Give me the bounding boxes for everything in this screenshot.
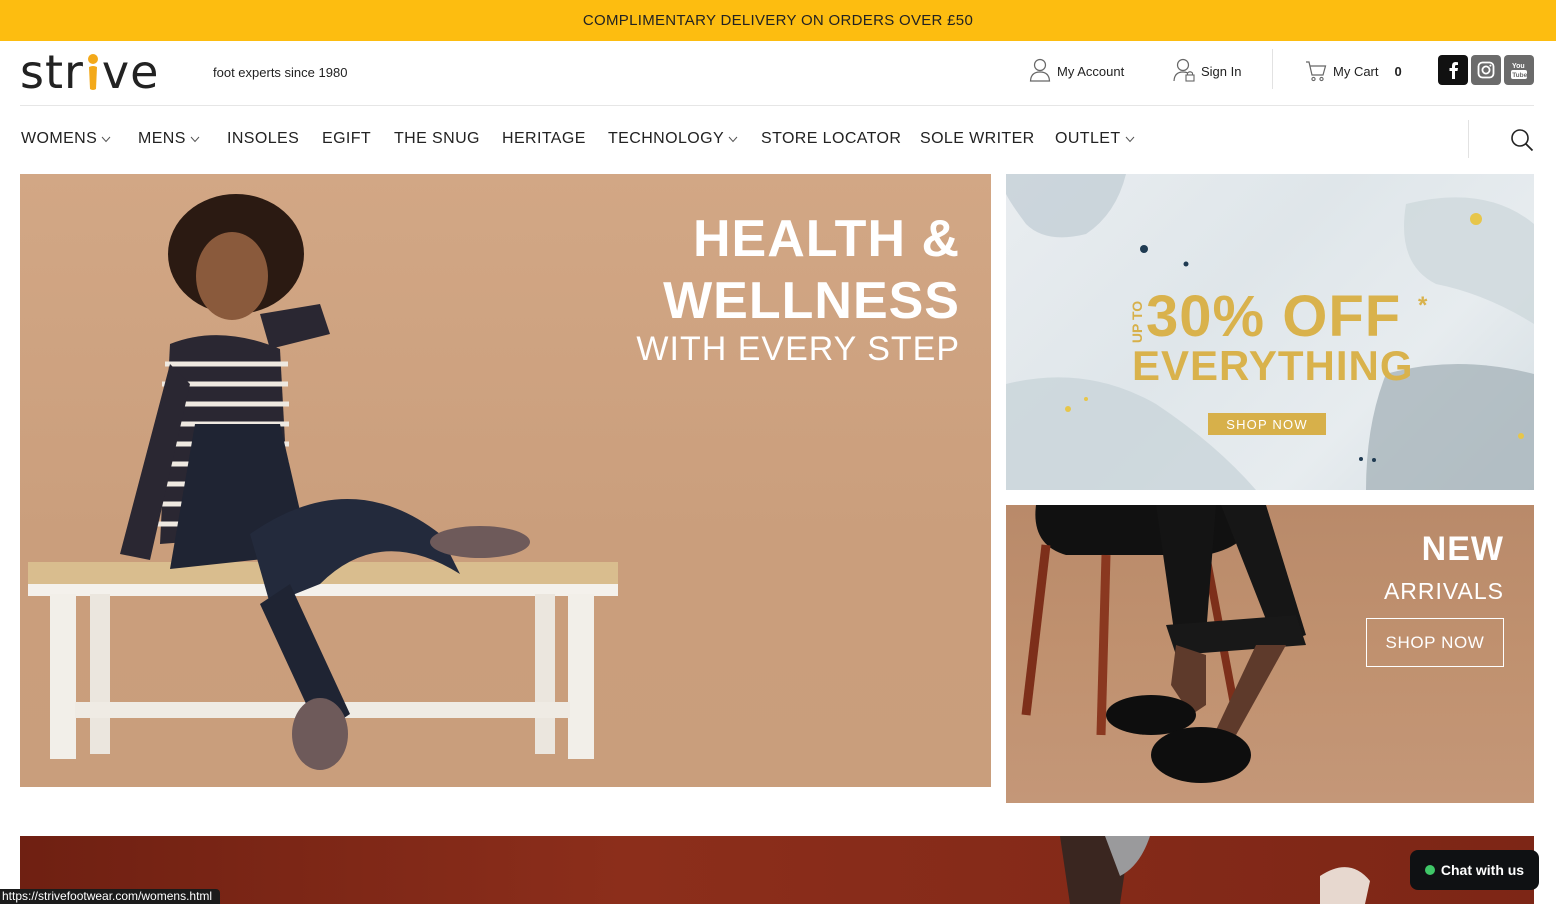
sale-headline: 30% OFF <box>1146 284 1402 349</box>
my-account-link[interactable]: My Account <box>1029 58 1124 85</box>
nav-label: HERITAGE <box>502 130 586 147</box>
status-bar-url: https://strivefootwear.com/womens.html <box>0 889 221 904</box>
tagline: foot experts since 1980 <box>213 65 348 80</box>
user-lock-icon <box>1173 58 1195 85</box>
new-arrivals-tile[interactable]: NEW ARRIVALS SHOP NOW <box>1006 505 1534 803</box>
sale-asterisk: * <box>1418 292 1428 319</box>
svg-text:You: You <box>1512 63 1525 70</box>
my-account-label: My Account <box>1057 64 1125 79</box>
search-icon[interactable] <box>1510 128 1534 152</box>
nav-item-the-snug[interactable]: THE SNUG <box>394 130 480 148</box>
cart-icon <box>1305 58 1327 85</box>
site-header: str ve foot experts since 1980 My Accoun… <box>20 41 1534 106</box>
logo-text-end: ve <box>101 45 160 99</box>
nav-label: INSOLES <box>227 130 300 147</box>
secondary-banner[interactable] <box>20 836 1534 904</box>
sale-everything-label: EVERYTHING <box>1132 342 1414 389</box>
svg-text:Tube: Tube <box>1512 72 1527 79</box>
nav-item-heritage[interactable]: HERITAGE <box>502 130 586 148</box>
sale-shop-now-button[interactable]: SHOP NOW <box>1208 413 1326 435</box>
nav-item-mens[interactable]: MENS <box>138 130 200 148</box>
hero-subtitle: WITH EVERY STEP <box>636 330 960 368</box>
cart-count-badge: 0 <box>1394 64 1402 79</box>
nav-item-outlet[interactable]: OUTLET <box>1055 130 1135 148</box>
hero-title: HEALTH & WELLNESS <box>663 208 960 332</box>
chevron-down-icon <box>1125 130 1135 148</box>
sign-in-link[interactable]: Sign In <box>1173 58 1241 85</box>
nav-label: THE SNUG <box>394 130 480 147</box>
instagram-icon[interactable] <box>1471 55 1501 85</box>
secondary-banner-illustration <box>1060 836 1370 904</box>
nav-item-womens[interactable]: WOMENS <box>21 130 111 148</box>
chevron-down-icon <box>101 130 111 148</box>
logo-text-start: str <box>20 45 84 99</box>
my-cart-link[interactable]: My Cart 0 <box>1305 58 1402 85</box>
facebook-icon[interactable] <box>1438 55 1468 85</box>
delivery-promo-bar: COMPLIMENTARY DELIVERY ON ORDERS OVER £5… <box>0 0 1556 41</box>
my-cart-label: My Cart <box>1333 64 1379 79</box>
youtube-icon[interactable]: You Tube <box>1504 55 1534 85</box>
nav-label: SOLE WRITER <box>920 130 1035 147</box>
arrivals-new-label: NEW <box>1421 530 1504 568</box>
status-bar-url-text: https://strivefootwear.com/womens.html <box>2 889 213 903</box>
nav-label: MENS <box>138 130 186 147</box>
online-status-icon <box>1424 865 1435 875</box>
chevron-down-icon <box>728 130 738 148</box>
nav-label: TECHNOLOGY <box>608 130 725 147</box>
sign-in-label: Sign In <box>1201 64 1242 79</box>
nav-label: OUTLET <box>1055 130 1121 147</box>
chat-with-us-button[interactable]: Chat with us <box>1410 850 1539 890</box>
header-divider <box>1272 49 1273 89</box>
chevron-down-icon <box>190 130 200 148</box>
arrivals-shop-now-button[interactable]: SHOP NOW <box>1366 618 1504 667</box>
nav-label: STORE LOCATOR <box>761 130 902 147</box>
arrivals-label: ARRIVALS <box>1383 578 1504 604</box>
nav-item-insoles[interactable]: INSOLES <box>227 130 299 148</box>
hero-title-line2: WELLNESS <box>663 272 960 330</box>
nav-item-sole-writer[interactable]: SOLE WRITER <box>920 130 1035 148</box>
user-icon <box>1029 58 1051 85</box>
logo-foot-icon <box>85 53 101 91</box>
nav-item-store-locator[interactable]: STORE LOCATOR <box>761 130 901 148</box>
main-nav: WOMENS MENS INSOLES EGIFT THE SNUG HERIT… <box>20 106 1534 173</box>
chat-label: Chat with us <box>1440 862 1525 878</box>
delivery-promo-text: COMPLIMENTARY DELIVERY ON ORDERS OVER £5… <box>582 12 974 29</box>
hero-title-line1: HEALTH & <box>692 210 960 268</box>
nav-item-technology[interactable]: TECHNOLOGY <box>608 130 738 148</box>
sale-promo-tile[interactable]: UP TO 30% OFF * EVERYTHING SHOP NOW <box>1006 174 1534 490</box>
nav-label: WOMENS <box>21 130 98 147</box>
nav-item-egift[interactable]: EGIFT <box>322 130 371 148</box>
strive-logo[interactable]: str ve <box>20 49 159 95</box>
nav-divider <box>1468 120 1469 158</box>
hero-banner-health-wellness[interactable]: HEALTH & WELLNESS WITH EVERY STEP <box>20 174 991 787</box>
nav-label: EGIFT <box>322 130 372 147</box>
